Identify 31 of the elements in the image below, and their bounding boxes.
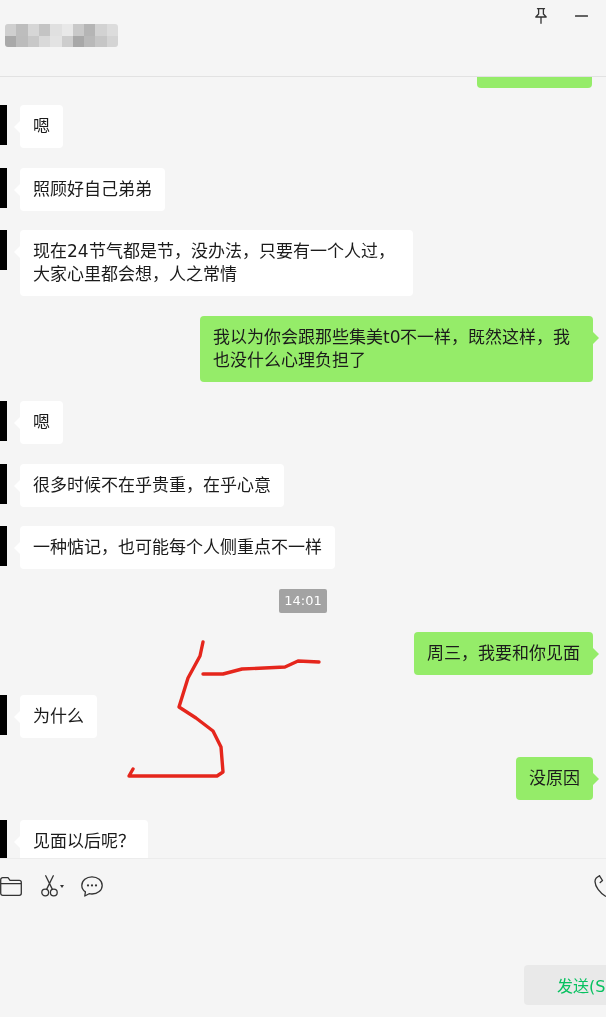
avatar-placeholder — [0, 526, 7, 566]
bubble-tail-icon — [593, 773, 599, 785]
avatar-placeholder — [0, 819, 7, 858]
scissors-icon — [41, 875, 58, 897]
avatar-placeholder — [0, 167, 7, 208]
phone-icon[interactable] — [594, 875, 606, 897]
send-button[interactable]: 发送(S — [524, 965, 606, 1005]
avatar-placeholder — [0, 105, 7, 145]
scissors-dropdown-button[interactable] — [41, 875, 64, 897]
avatar-placeholder — [0, 401, 7, 441]
message-bubble: 周三，我要和你见面 — [414, 632, 593, 675]
chat-bubble-icon[interactable] — [81, 875, 103, 897]
message-bubble: 很多时候不在乎贵重，在乎心意 — [20, 463, 284, 507]
bubble-tail-icon — [593, 331, 599, 344]
message-bubble: 见面以后呢？ — [20, 819, 148, 858]
message-bubble: 照顾好自己弟弟 — [20, 167, 165, 211]
message-bubble: 嗯 — [20, 105, 63, 148]
timestamp: 14:01 — [279, 588, 327, 613]
bubble-tail-icon — [593, 648, 599, 660]
pin-icon[interactable] — [535, 8, 547, 24]
caret-icon — [60, 885, 64, 888]
message-bubble: 我以为你会跟那些集美t0不一样，既然这样，我也没什么心理负担了 — [200, 315, 593, 382]
avatar-placeholder — [0, 694, 7, 735]
message-bubble: 为什么 — [20, 694, 97, 738]
message-bubble: 现在24节气都是节，没办法，只要有一个人过，大家心里都会想，人之常情 — [20, 230, 413, 296]
message-bubble: 嗯 — [20, 401, 63, 444]
message-bubble: 一种惦记，也可能每个人侧重点不一样 — [20, 526, 335, 569]
avatar-placeholder — [0, 463, 7, 504]
folder-icon[interactable] — [0, 876, 22, 896]
message-bubble: 没原因 — [516, 757, 593, 800]
avatar-placeholder — [0, 230, 7, 270]
